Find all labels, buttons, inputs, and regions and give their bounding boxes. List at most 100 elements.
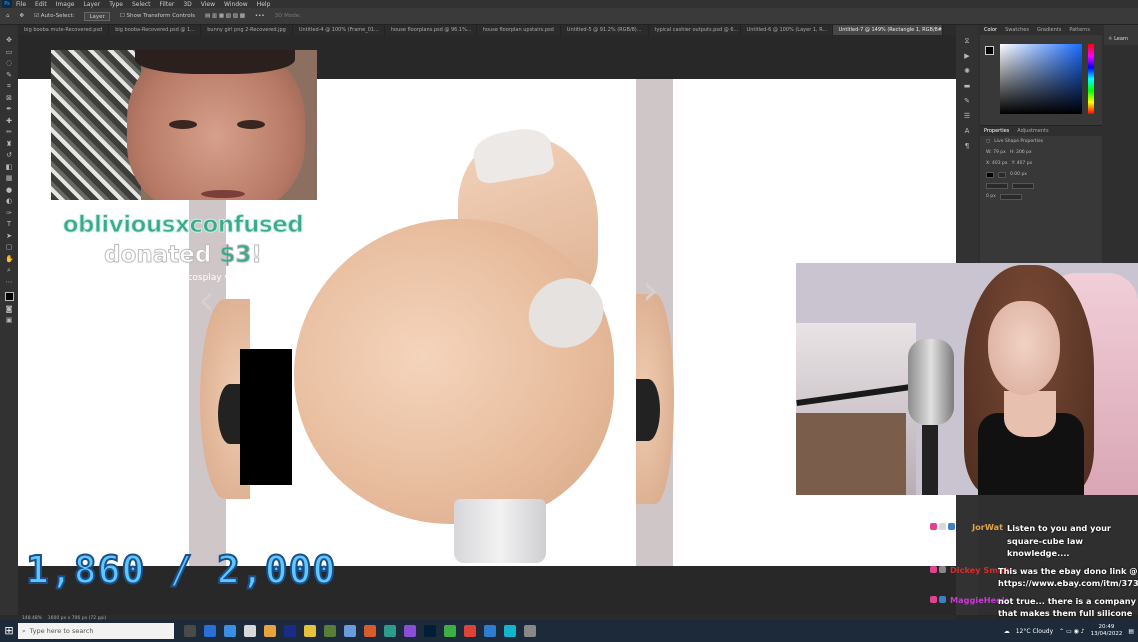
align-icons[interactable]: ▤ ▥ ▦ ▧ ▨ ▩ [205, 13, 245, 19]
taskbar-app-icon[interactable] [244, 625, 256, 637]
tab-color[interactable]: Color [984, 25, 997, 35]
quick-select-tool-icon[interactable]: ✎ [5, 71, 13, 79]
stroke-swatch[interactable] [998, 171, 1006, 178]
taskbar-app-icon[interactable] [284, 625, 296, 637]
x-field[interactable]: X: 403 px [986, 161, 1008, 166]
tab-doc-4[interactable]: Untitled-4 @ 100% (Frame_01... [293, 25, 385, 35]
menu-filter[interactable]: Filter [160, 1, 175, 8]
tab-properties[interactable]: Properties [984, 126, 1009, 136]
taskbar-app-icon[interactable] [204, 625, 216, 637]
auto-select-checkbox[interactable]: ☑ Auto-Select: [34, 13, 74, 19]
taskbar-app-icon[interactable] [424, 625, 436, 637]
quick-mask-icon[interactable]: ◙ [5, 305, 13, 313]
taskbar-app-icon[interactable] [264, 625, 276, 637]
color-panel-foreground-swatch[interactable] [985, 46, 994, 55]
taskbar-app-icon[interactable] [444, 625, 456, 637]
eyedropper-tool-icon[interactable]: ✒ [5, 106, 13, 113]
chat-username[interactable]: JorWat [959, 522, 1003, 560]
lasso-tool-icon[interactable]: ◌ [5, 60, 13, 67]
menu-view[interactable]: View [201, 1, 215, 8]
stamp-tool-icon[interactable]: ♜ [5, 140, 13, 148]
gradient-tool-icon[interactable]: ▦ [5, 175, 13, 182]
taskbar-app-icon[interactable] [384, 625, 396, 637]
move-tool-icon[interactable]: ✥ [20, 13, 25, 19]
tab-doc-3[interactable]: bunny girl png 2-Recovered.jpg [201, 25, 293, 35]
tab-doc-1[interactable]: big booba mute-Recovered.psd [18, 25, 110, 35]
type-tool-icon[interactable]: T [5, 221, 13, 228]
tab-doc-8[interactable]: typical cashier outputs.psd @ 6... [649, 25, 741, 35]
dodge-tool-icon[interactable]: ◐ [5, 198, 13, 205]
menu-window[interactable]: Window [224, 1, 248, 8]
hue-slider[interactable] [1088, 44, 1094, 114]
tab-doc-active[interactable]: Untitled-7 @ 149% (Rectangle 1, RGB/8#) … [832, 25, 943, 35]
weather-text[interactable]: 12°C Cloudy [1016, 628, 1053, 635]
tab-doc-5[interactable]: house floorplans.psd @ 96.1%... [385, 25, 477, 35]
corner-radius-field-2[interactable] [1012, 182, 1034, 189]
home-icon[interactable]: ⌂ [6, 13, 10, 19]
brush-tool-icon[interactable]: ✏ [5, 129, 13, 136]
menu-type[interactable]: Type [109, 1, 123, 8]
frame-tool-icon[interactable]: ⊠ [5, 94, 13, 102]
healing-tool-icon[interactable]: ✚ [5, 117, 13, 125]
paragraph-icon[interactable]: ¶ [963, 142, 971, 150]
adjust-icon[interactable]: ✎ [963, 97, 971, 105]
auto-select-dropdown[interactable]: Layer [84, 11, 110, 21]
taskbar-clock[interactable]: 20:49 13/04/2022 [1091, 624, 1123, 638]
taskbar-app-icon[interactable] [344, 625, 356, 637]
notification-icon[interactable]: ▤ [1128, 628, 1134, 635]
transform-controls-checkbox[interactable]: ☐ Show Transform Controls [120, 13, 195, 19]
stroke-width-field[interactable]: 0.00 px [1010, 172, 1027, 177]
learn-panel[interactable]: ☼ Learn [1104, 25, 1138, 45]
tab-doc-6[interactable]: house floorplan upstairs.psd [477, 25, 561, 35]
move-tool-icon[interactable]: ✥ [5, 37, 13, 44]
sliders-icon[interactable]: ☰ [963, 112, 971, 120]
offset-field[interactable]: 0 px [986, 194, 996, 199]
pen-tool-icon[interactable]: ✑ [5, 209, 13, 217]
menu-help[interactable]: Help [257, 1, 271, 8]
clone-source-icon[interactable]: ▬ [963, 82, 971, 90]
color-picker-field[interactable] [1000, 44, 1082, 114]
taskbar-app-icon[interactable] [304, 625, 316, 637]
menu-file[interactable]: File [16, 1, 26, 8]
tab-gradients[interactable]: Gradients [1037, 25, 1061, 35]
tab-doc-9[interactable]: Untitled-6 @ 100% (Layer 1, R... [741, 25, 833, 35]
rectangle-tool-icon[interactable]: ▢ [5, 244, 13, 251]
height-field[interactable]: H: 206 px [1010, 150, 1032, 155]
taskbar-app-icon[interactable] [324, 625, 336, 637]
menu-3d[interactable]: 3D [183, 1, 191, 8]
eraser-tool-icon[interactable]: ◧ [5, 163, 13, 171]
menu-layer[interactable]: Layer [83, 1, 100, 8]
tray-icons[interactable]: ⌃ ▭ ◉ ♪ [1059, 628, 1084, 635]
y-field[interactable]: Y: 407 px [1012, 161, 1033, 166]
censor-rectangle[interactable] [240, 349, 292, 485]
zoom-tool-icon[interactable]: ⌕ [5, 267, 13, 274]
more-options-icon[interactable]: ••• [255, 13, 265, 19]
crop-tool-icon[interactable]: ⌗ [5, 83, 13, 90]
menu-edit[interactable]: Edit [35, 1, 47, 8]
screen-mode-icon[interactable]: ▣ [5, 317, 13, 324]
width-field[interactable]: W: 79 px [986, 150, 1006, 155]
windows-start-icon[interactable]: ⊞ [0, 620, 18, 642]
path-select-icon[interactable]: ➤ [5, 232, 13, 240]
menu-image[interactable]: Image [56, 1, 75, 8]
marquee-tool-icon[interactable]: ▭ [5, 48, 13, 56]
taskbar-app-icon[interactable] [224, 625, 236, 637]
corner-radius-field-1[interactable] [986, 182, 1008, 189]
tab-doc-2[interactable]: big booba-Recovered.psd @ 1... [109, 25, 202, 35]
tab-doc-7[interactable]: Untitled-5 @ 91.2% (RGB/8)... [561, 25, 649, 35]
tab-patterns[interactable]: Patterns [1069, 25, 1090, 35]
taskbar-app-icon[interactable] [524, 625, 536, 637]
more-tools-icon[interactable]: ⋯ [5, 278, 13, 286]
fill-swatch[interactable] [986, 171, 994, 178]
blur-tool-icon[interactable]: ● [5, 186, 13, 194]
corner-radius-field-3[interactable] [999, 193, 1022, 200]
taskbar-app-icon[interactable] [464, 625, 476, 637]
taskbar-app-icon[interactable] [184, 625, 196, 637]
hand-tool-icon[interactable]: ✋ [5, 255, 14, 263]
tab-swatches[interactable]: Swatches [1005, 25, 1029, 35]
taskbar-app-icon[interactable] [484, 625, 496, 637]
history-brush-icon[interactable]: ↺ [5, 152, 13, 159]
foreground-color-swatch[interactable] [4, 292, 14, 301]
history-icon[interactable]: ⧖ [963, 37, 971, 45]
character-icon[interactable]: A [963, 127, 971, 135]
